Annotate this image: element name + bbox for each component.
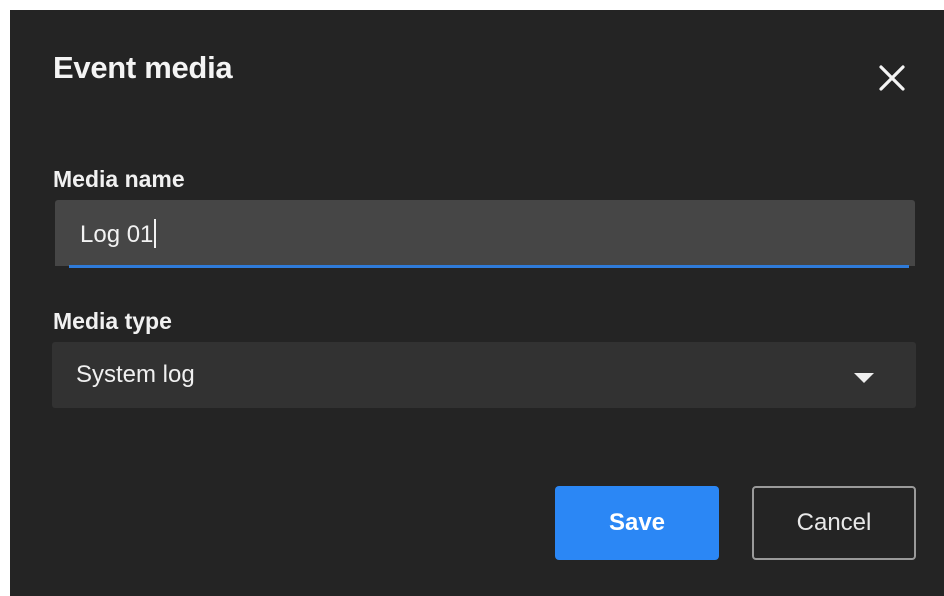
dialog-title: Event media bbox=[53, 50, 233, 85]
media-type-label: Media type bbox=[53, 308, 172, 334]
close-icon bbox=[878, 64, 906, 92]
media-name-input[interactable]: Log 01 bbox=[55, 200, 915, 268]
save-button[interactable]: Save bbox=[555, 486, 719, 560]
cancel-button[interactable]: Cancel bbox=[752, 486, 916, 560]
media-name-label: Media name bbox=[53, 166, 185, 192]
chevron-down-icon bbox=[854, 371, 874, 389]
media-name-value: Log 01 bbox=[80, 221, 154, 248]
event-media-dialog: Event media Media name Log 01 Media type… bbox=[10, 10, 944, 596]
input-focus-underline bbox=[69, 265, 909, 268]
text-caret bbox=[154, 219, 157, 248]
media-type-select[interactable]: System log bbox=[52, 342, 916, 408]
close-button[interactable] bbox=[870, 56, 914, 100]
media-type-selected-value: System log bbox=[76, 361, 195, 388]
